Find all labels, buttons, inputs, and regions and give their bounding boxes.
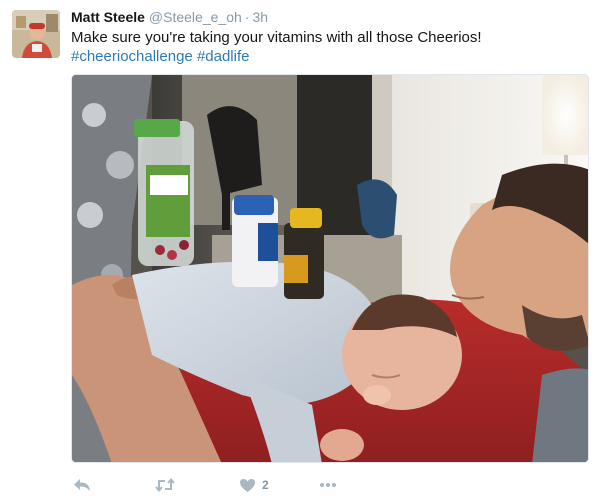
like-count: 2: [262, 478, 269, 492]
header-separator: ·: [244, 9, 250, 25]
author-handle[interactable]: @Steele_e_oh: [149, 9, 242, 25]
retweet-button[interactable]: [155, 474, 175, 496]
more-dots-icon: [319, 482, 337, 488]
tweet-photo[interactable]: [71, 74, 589, 463]
heart-icon: [239, 478, 256, 493]
hashtag-link[interactable]: #dadlife: [197, 48, 250, 65]
tweet-text: Make sure you're taking your vitamins wi…: [71, 29, 482, 46]
avatar[interactable]: [12, 10, 60, 58]
hashtag-link[interactable]: #cheeriochallenge: [71, 48, 193, 65]
tweet: Matt Steele @Steele_e_oh · 3h Make sure you…: [0, 0, 600, 502]
reply-button[interactable]: [73, 474, 91, 496]
author-name[interactable]: Matt Steele: [71, 9, 145, 25]
tweet-timestamp[interactable]: 3h: [252, 9, 268, 25]
like-button[interactable]: 2: [239, 474, 269, 496]
more-button[interactable]: [319, 474, 337, 496]
tweet-actions: 2: [71, 474, 589, 498]
retweet-icon: [155, 477, 175, 493]
tweet-header: Matt Steele @Steele_e_oh · 3h: [71, 9, 268, 25]
tweet-hashtags: #cheeriochallenge #dadlife: [71, 47, 249, 66]
reply-icon: [73, 477, 91, 493]
